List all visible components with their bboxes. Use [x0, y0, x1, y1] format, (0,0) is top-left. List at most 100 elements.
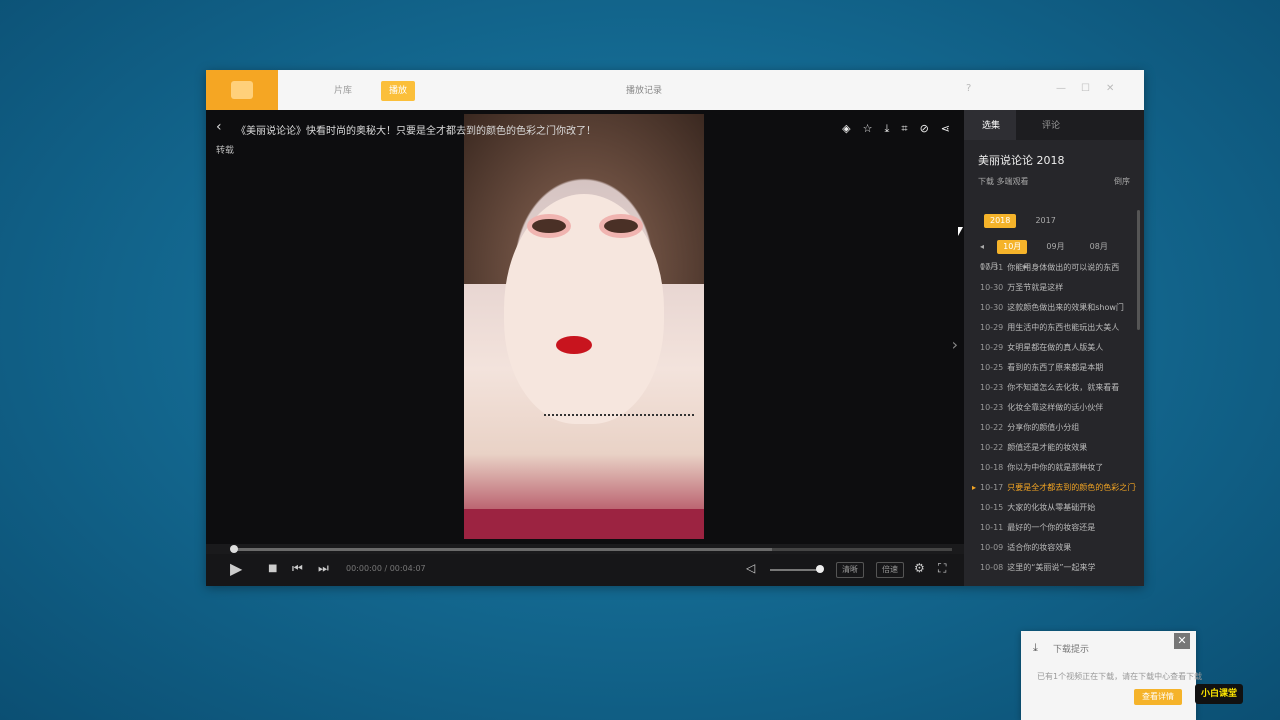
video-necklace	[544, 414, 694, 416]
volume-knob[interactable]	[816, 565, 824, 573]
video-face	[504, 194, 664, 424]
close-button[interactable]: ✕	[1106, 83, 1114, 94]
settings-icon[interactable]: ⚙	[914, 561, 925, 575]
back-icon[interactable]: ‹	[216, 119, 222, 135]
previous-icon[interactable]: ⏮	[292, 561, 303, 576]
episode-item[interactable]: 10-15 大家的化妆从零基础开始	[972, 498, 1136, 518]
episode-item[interactable]: 10-11 最好的一个你的妆容还是	[972, 518, 1136, 538]
video-eye-right	[604, 219, 638, 233]
stop-icon[interactable]: ■	[268, 563, 277, 574]
sort-toggle[interactable]: 倒序	[1114, 176, 1130, 187]
episode-item[interactable]: 10-30 万圣节就是这样	[972, 278, 1136, 298]
window-title: 播放记录	[626, 86, 663, 96]
episode-item[interactable]: 10-09 适合你的妆容效果	[972, 538, 1136, 558]
episode-item[interactable]: 10-22 分享你的颜值小分组	[972, 418, 1136, 438]
download-icon: ⤓	[1033, 641, 1038, 654]
episode-item[interactable]: 10-29 用生活中的东西也能玩出大美人	[972, 318, 1136, 338]
month-prev-icon[interactable]: ◂	[974, 240, 990, 254]
video-frame[interactable]	[464, 114, 704, 539]
next-video-arrow-icon[interactable]: ›	[952, 335, 958, 354]
episode-item[interactable]: 10-08 这里的“美丽说”一起来学	[972, 558, 1136, 578]
episode-title: 分享你的颜值小分组	[1007, 423, 1080, 432]
control-bar: ▶ ■ ⏮ ⏭ 00:00:00 / 00:04:07 ◁ 清晰 倍速 ⚙ ⛶	[206, 554, 964, 586]
progress-bar[interactable]	[206, 544, 964, 554]
month-08[interactable]: 08月	[1084, 240, 1114, 254]
app-logo[interactable]	[206, 70, 278, 110]
cast-icon[interactable]: ◈	[842, 122, 850, 136]
title-bar: 片库 播放 播放记录 ? — ☐ ✕	[206, 70, 1144, 111]
episode-date: 10-23	[980, 403, 1004, 412]
tab-comments[interactable]: 评论	[1042, 118, 1060, 131]
sidebar-actions[interactable]: 下载 多端观看	[978, 176, 1029, 187]
episode-item[interactable]: 10-30 这款颜色做出来的效果和show门	[972, 298, 1136, 318]
video-shirt	[464, 509, 704, 539]
next-icon[interactable]: ⏭	[318, 561, 329, 576]
episode-date: 10-18	[980, 463, 1004, 472]
episode-item[interactable]: 10-22 颜值还是才能的妆效果	[972, 438, 1136, 458]
favorite-icon[interactable]: ☆	[863, 122, 873, 136]
episode-title: 女明星都在做的真人版美人	[1007, 343, 1104, 352]
toast-close-button[interactable]: ✕	[1174, 633, 1190, 649]
year-2018[interactable]: 2018	[984, 214, 1017, 228]
episode-title: 这款颜色做出来的效果和show门	[1007, 303, 1124, 312]
episode-item[interactable]: 10-23 化妆全靠这样做的话小伙伴	[972, 398, 1136, 418]
sidebar-tabs: 选集 评论	[964, 110, 1144, 140]
episode-date: 10-31	[980, 263, 1004, 272]
episode-item[interactable]: ▸10-17只要是全才都去到的颜色的色彩之门你改了	[972, 478, 1136, 498]
episode-date: 10-30	[980, 283, 1004, 292]
toast-view-button[interactable]: 查看详情	[1134, 689, 1182, 705]
series-title: 美丽说论论 2018	[978, 154, 1065, 167]
tab-episodes[interactable]: 选集	[982, 118, 1000, 131]
episode-item[interactable]: 10-25 看到的东西了原来都是本期	[972, 358, 1136, 378]
episode-date: 10-17	[980, 483, 1004, 492]
episode-date: 10-22	[980, 443, 1004, 452]
share-icon[interactable]: ⋖	[941, 122, 950, 136]
episode-title: 万圣节就是这样	[1007, 283, 1064, 292]
month-10[interactable]: 10月	[997, 240, 1028, 254]
help-icon[interactable]: ?	[966, 83, 971, 94]
time-display: 00:00:00 / 00:04:07	[346, 564, 426, 573]
episode-date: 10-11	[980, 523, 1004, 532]
episode-date: 10-30	[980, 303, 1004, 312]
download-icon[interactable]: ⤓	[884, 122, 889, 136]
video-area[interactable]: ‹ 《美丽说论论》快看时尚的奥秘大！只要是全才都去到的颜色的色彩之门你改了！ 转…	[206, 110, 964, 586]
fullscreen-icon[interactable]: ⛶	[938, 561, 946, 576]
episode-date: 10-29	[980, 323, 1004, 332]
episode-date: 10-25	[980, 363, 1004, 372]
episode-item[interactable]: 10-31 你能用身体做出的可以说的东西	[972, 258, 1136, 278]
year-2017[interactable]: 2017	[1029, 214, 1061, 228]
play-icon[interactable]: ▶	[230, 559, 242, 578]
episode-title: 你能用身体做出的可以说的东西	[1007, 263, 1120, 272]
episode-date: 10-09	[980, 543, 1004, 552]
episode-item[interactable]: 10-29 女明星都在做的真人版美人	[972, 338, 1136, 358]
month-09[interactable]: 09月	[1040, 240, 1070, 254]
quality-button[interactable]: 清晰	[836, 562, 864, 578]
progress-track[interactable]	[232, 548, 952, 551]
episode-title: 用生活中的东西也能玩出大美人	[1007, 323, 1120, 332]
link-icon[interactable]: ⊘	[920, 122, 929, 136]
speed-button[interactable]: 倍速	[876, 562, 904, 578]
episode-item[interactable]: 10-18 你以为中你的就是那种妆了	[972, 458, 1136, 478]
maximize-button[interactable]: ☐	[1081, 83, 1090, 94]
playing-indicator-icon: ▸	[972, 483, 977, 492]
screenshot-icon[interactable]: ⌗	[901, 122, 907, 136]
episode-date: 10-29	[980, 343, 1004, 352]
logo-icon	[231, 81, 253, 99]
sidebar-scrollbar[interactable]	[1137, 210, 1140, 330]
video-eye-left	[532, 219, 566, 233]
tab-play[interactable]: 播放	[381, 81, 416, 101]
progress-knob[interactable]	[230, 545, 238, 553]
episode-item[interactable]: 10-23 你不知道怎么去化妆，就来看看	[972, 378, 1136, 398]
volume-slider[interactable]	[770, 569, 820, 571]
video-subtitle: 转载	[216, 146, 235, 156]
mouse-cursor	[958, 227, 963, 236]
video-title: 《美丽说论论》快看时尚的奥秘大！只要是全才都去到的颜色的色彩之门你改了！	[236, 126, 596, 137]
episode-title: 这里的“美丽说”一起来学	[1007, 563, 1096, 572]
tab-library[interactable]: 片库	[326, 81, 360, 101]
volume-icon[interactable]: ◁	[746, 561, 755, 575]
year-selector: 2018 2017	[984, 208, 1070, 228]
episode-sidebar: 选集 评论 美丽说论论 2018 下载 多端观看 倒序 2018 2017 ◂ …	[964, 110, 1144, 586]
minimize-button[interactable]: —	[1056, 83, 1066, 94]
toast-title: 下载提示	[1053, 645, 1090, 655]
download-toast: ⤓ 下载提示 ✕ 已有1个视频正在下载，请在下载中心查看下载 查看详情	[1021, 631, 1202, 720]
